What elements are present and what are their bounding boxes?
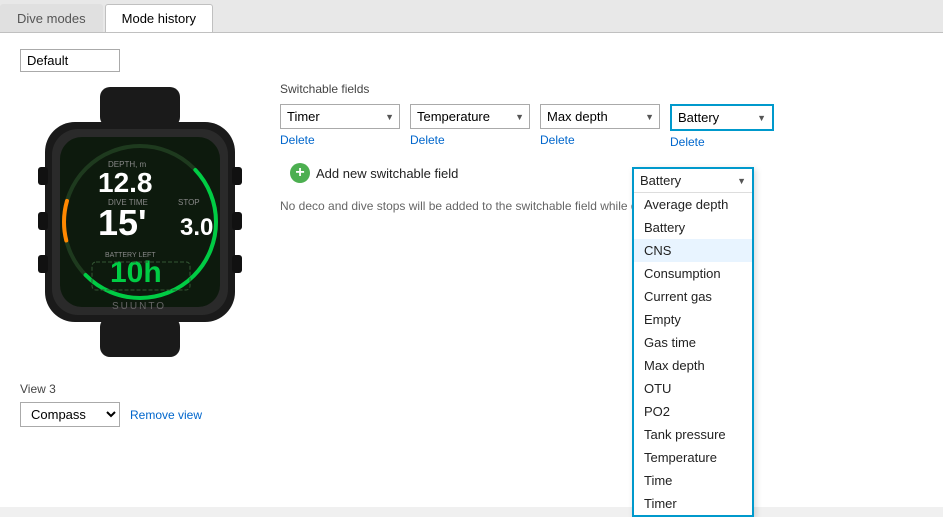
- fields-area: Switchable fields Timer Temperature Max …: [280, 82, 923, 362]
- field3-select[interactable]: Max depth Timer Temperature Battery: [540, 104, 660, 129]
- dropdown-item-battery[interactable]: Battery: [634, 216, 752, 239]
- watch-container: DEPTH, m 12.8 DIVE TIME STOP 15' 3.0 BAT…: [20, 82, 260, 362]
- dropdown-item-current-gas[interactable]: Current gas: [634, 285, 752, 308]
- dropdown-item-max-depth[interactable]: Max depth: [634, 354, 752, 377]
- delete-field2[interactable]: Delete: [410, 133, 445, 147]
- dropdown-item-po2[interactable]: PO2: [634, 400, 752, 423]
- add-field-label: Add new switchable field: [316, 166, 458, 181]
- field4-select-wrap: Battery Timer Temperature Max depth: [670, 104, 774, 131]
- field-col-2: Temperature Timer Max depth Battery Dele…: [410, 104, 530, 147]
- battery-dropdown-popup: Battery ▼ Average depth Battery CNS Cons…: [632, 167, 754, 517]
- field2-select[interactable]: Temperature Timer Max depth Battery: [410, 104, 530, 129]
- main-layout: DEPTH, m 12.8 DIVE TIME STOP 15' 3.0 BAT…: [20, 82, 923, 362]
- field2-select-wrap: Temperature Timer Max depth Battery: [410, 104, 530, 129]
- tab-dive-modes[interactable]: Dive modes: [0, 4, 103, 32]
- add-icon: +: [290, 163, 310, 183]
- add-field-button[interactable]: + Add new switchable field: [290, 163, 458, 183]
- delete-field1[interactable]: Delete: [280, 133, 315, 147]
- svg-text:SUUNTO: SUUNTO: [112, 301, 166, 312]
- dropdown-item-average-depth[interactable]: Average depth: [634, 193, 752, 216]
- field-col-1: Timer Temperature Max depth Battery Dele…: [280, 104, 400, 147]
- field-col-3: Max depth Timer Temperature Battery Dele…: [540, 104, 660, 147]
- dropdown-item-gas-time[interactable]: Gas time: [634, 331, 752, 354]
- field4-select[interactable]: Battery Timer Temperature Max depth: [672, 106, 772, 129]
- dropdown-item-empty[interactable]: Empty: [634, 308, 752, 331]
- mode-select-wrap: Default Air Nitrox: [20, 49, 923, 72]
- field1-select[interactable]: Timer Temperature Max depth Battery: [280, 104, 400, 129]
- field1-select-wrap: Timer Temperature Max depth Battery: [280, 104, 400, 129]
- dropdown-arrow-icon: ▼: [737, 176, 746, 186]
- svg-text:3.0: 3.0: [180, 214, 213, 241]
- svg-text:10h: 10h: [110, 256, 162, 289]
- watch-svg: DEPTH, m 12.8 DIVE TIME STOP 15' 3.0 BAT…: [30, 87, 250, 357]
- view-section: View 3 Compass Map Altitude Remove view: [20, 382, 923, 427]
- dropdown-item-tank-pressure[interactable]: Tank pressure: [634, 423, 752, 446]
- dropdown-header-value: Battery: [640, 173, 681, 188]
- dropdown-item-time[interactable]: Time: [634, 469, 752, 492]
- dropdown-item-timer[interactable]: Timer: [634, 492, 752, 515]
- svg-text:12.8: 12.8: [98, 167, 153, 198]
- delete-field3[interactable]: Delete: [540, 133, 575, 147]
- svg-text:STOP: STOP: [178, 198, 200, 207]
- field-col-4: Battery Timer Temperature Max depth Dele…: [670, 104, 774, 149]
- dropdown-item-consumption[interactable]: Consumption: [634, 262, 752, 285]
- field3-select-wrap: Max depth Timer Temperature Battery: [540, 104, 660, 129]
- content-area: Default Air Nitrox: [0, 33, 943, 507]
- remove-view-link[interactable]: Remove view: [130, 408, 202, 422]
- dropdown-item-temperature[interactable]: Temperature: [634, 446, 752, 469]
- dropdown-header[interactable]: Battery ▼: [634, 169, 752, 193]
- svg-text:15': 15': [98, 202, 147, 243]
- delete-field4[interactable]: Delete: [670, 135, 705, 149]
- tab-mode-history[interactable]: Mode history: [105, 4, 213, 32]
- view-select[interactable]: Compass Map Altitude: [20, 402, 120, 427]
- view-label: View 3: [20, 382, 923, 396]
- info-text: No deco and dive stops will be added to …: [280, 199, 923, 213]
- field-row: Timer Temperature Max depth Battery Dele…: [280, 104, 923, 183]
- switchable-fields-label: Switchable fields: [280, 82, 923, 96]
- dropdown-item-otu[interactable]: OTU: [634, 377, 752, 400]
- view-row: Compass Map Altitude Remove view: [20, 402, 923, 427]
- mode-dropdown[interactable]: Default Air Nitrox: [20, 49, 120, 72]
- tab-bar: Dive modes Mode history: [0, 0, 943, 33]
- dropdown-item-cns[interactable]: CNS: [634, 239, 752, 262]
